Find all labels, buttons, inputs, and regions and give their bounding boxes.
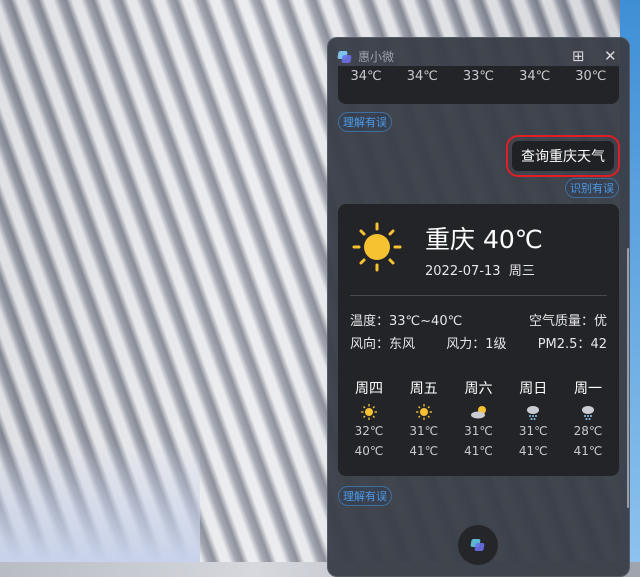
pm25: 42 [590, 337, 607, 352]
current-temp: 40℃ [482, 225, 543, 254]
recognize-error-button[interactable]: 识别有误 [565, 178, 619, 198]
forecast-high: 41℃ [464, 444, 493, 458]
info-row-2: 风向：东风 风力：1级 PM2.5：42 [338, 333, 619, 352]
temp-range-label: 温度： [350, 314, 390, 329]
forecast-day-label: 周五 [409, 381, 438, 397]
forecast-day-label: 周四 [355, 381, 383, 397]
forecast-low: 31℃ [518, 424, 548, 438]
app-logo-icon [337, 50, 352, 63]
forecast-low: 31℃ [409, 424, 439, 438]
sun-icon [352, 222, 402, 272]
previous-weather-card: 34℃ 34℃ 33℃ 34℃ 30℃ [338, 66, 619, 104]
understand-error-button[interactable]: 理解有误 [338, 486, 392, 506]
air-quality-label: 空气质量： [528, 314, 594, 329]
forecast: 周四 32℃ 40℃ 周五 31℃ 41℃ 周六 31℃ 41℃ 周日 31℃ 41℃… [346, 378, 611, 458]
rain-icon [525, 404, 541, 422]
partly-cloudy-icon [470, 404, 488, 422]
understand-error-button[interactable]: 理解有误 [338, 112, 392, 132]
date: 2022-07-13 [425, 264, 501, 279]
assistant-button[interactable] [458, 525, 498, 565]
forecast-day: 周五 31℃ 41℃ [401, 378, 447, 458]
temp: 34℃ [350, 69, 382, 84]
wallpaper-shade [0, 440, 200, 562]
forecast-day: 周一 28℃ 41℃ [565, 378, 611, 458]
user-query-bubble: 查询重庆天气 [506, 135, 620, 177]
app-logo-icon [470, 539, 485, 551]
wind-force: 1级 [485, 337, 507, 352]
scrollbar[interactable] [627, 248, 629, 508]
temp: 33℃ [462, 69, 495, 84]
wind-force-label: 风力： [446, 337, 486, 352]
forecast-high: 41℃ [518, 444, 548, 458]
forecast-day-label: 周六 [464, 381, 493, 397]
forecast-high: 41℃ [409, 444, 439, 458]
city-temp: 重庆 40℃ [425, 220, 543, 256]
weekday: 周三 [508, 264, 535, 279]
pm25-label: PM2.5： [537, 337, 591, 352]
wind-dir-label: 风向： [350, 337, 390, 352]
temp: 34℃ [519, 69, 551, 84]
forecast-low: 31℃ [464, 424, 493, 438]
window-title-bar: 惠小微 [337, 48, 395, 65]
temp-range: 33℃~40℃ [389, 314, 463, 329]
sun-icon [361, 404, 377, 422]
wind-dir: 东风 [389, 337, 416, 352]
grid-icon[interactable]: ⊞ [572, 47, 585, 65]
temp: 34℃ [406, 69, 438, 84]
forecast-high: 40℃ [354, 444, 384, 458]
forecast-day: 周六 31℃ 41℃ [456, 378, 502, 458]
forecast-day-label: 周日 [519, 381, 548, 397]
date-line: 2022-07-13 周三 [425, 260, 535, 279]
forecast-high: 41℃ [573, 444, 603, 458]
forecast-day: 周日 31℃ 41℃ [510, 378, 556, 458]
assistant-window: 惠小微 ⊞ ✕ 34℃ 34℃ 33℃ 34℃ 30℃ 理解有误 查询重庆天气 … [327, 37, 630, 577]
city-name: 重庆 [425, 225, 476, 254]
temp: 30℃ [575, 69, 607, 84]
forecast-day: 周四 32℃ 40℃ [346, 378, 392, 458]
forecast-day-label: 周一 [574, 381, 602, 397]
close-icon[interactable]: ✕ [604, 47, 617, 65]
weather-card: 重庆 40℃ 2022-07-13 周三 温度：33℃~40℃ 空气质量：优 风… [338, 204, 619, 476]
window-title: 惠小微 [358, 50, 395, 64]
sun-icon [415, 404, 432, 422]
forecast-low: 32℃ [354, 424, 384, 438]
forecast-low: 28℃ [573, 424, 603, 438]
rain-icon [580, 404, 596, 422]
info-row-1: 温度：33℃~40℃ 空气质量：优 [338, 310, 619, 329]
air-quality: 优 [593, 314, 607, 329]
